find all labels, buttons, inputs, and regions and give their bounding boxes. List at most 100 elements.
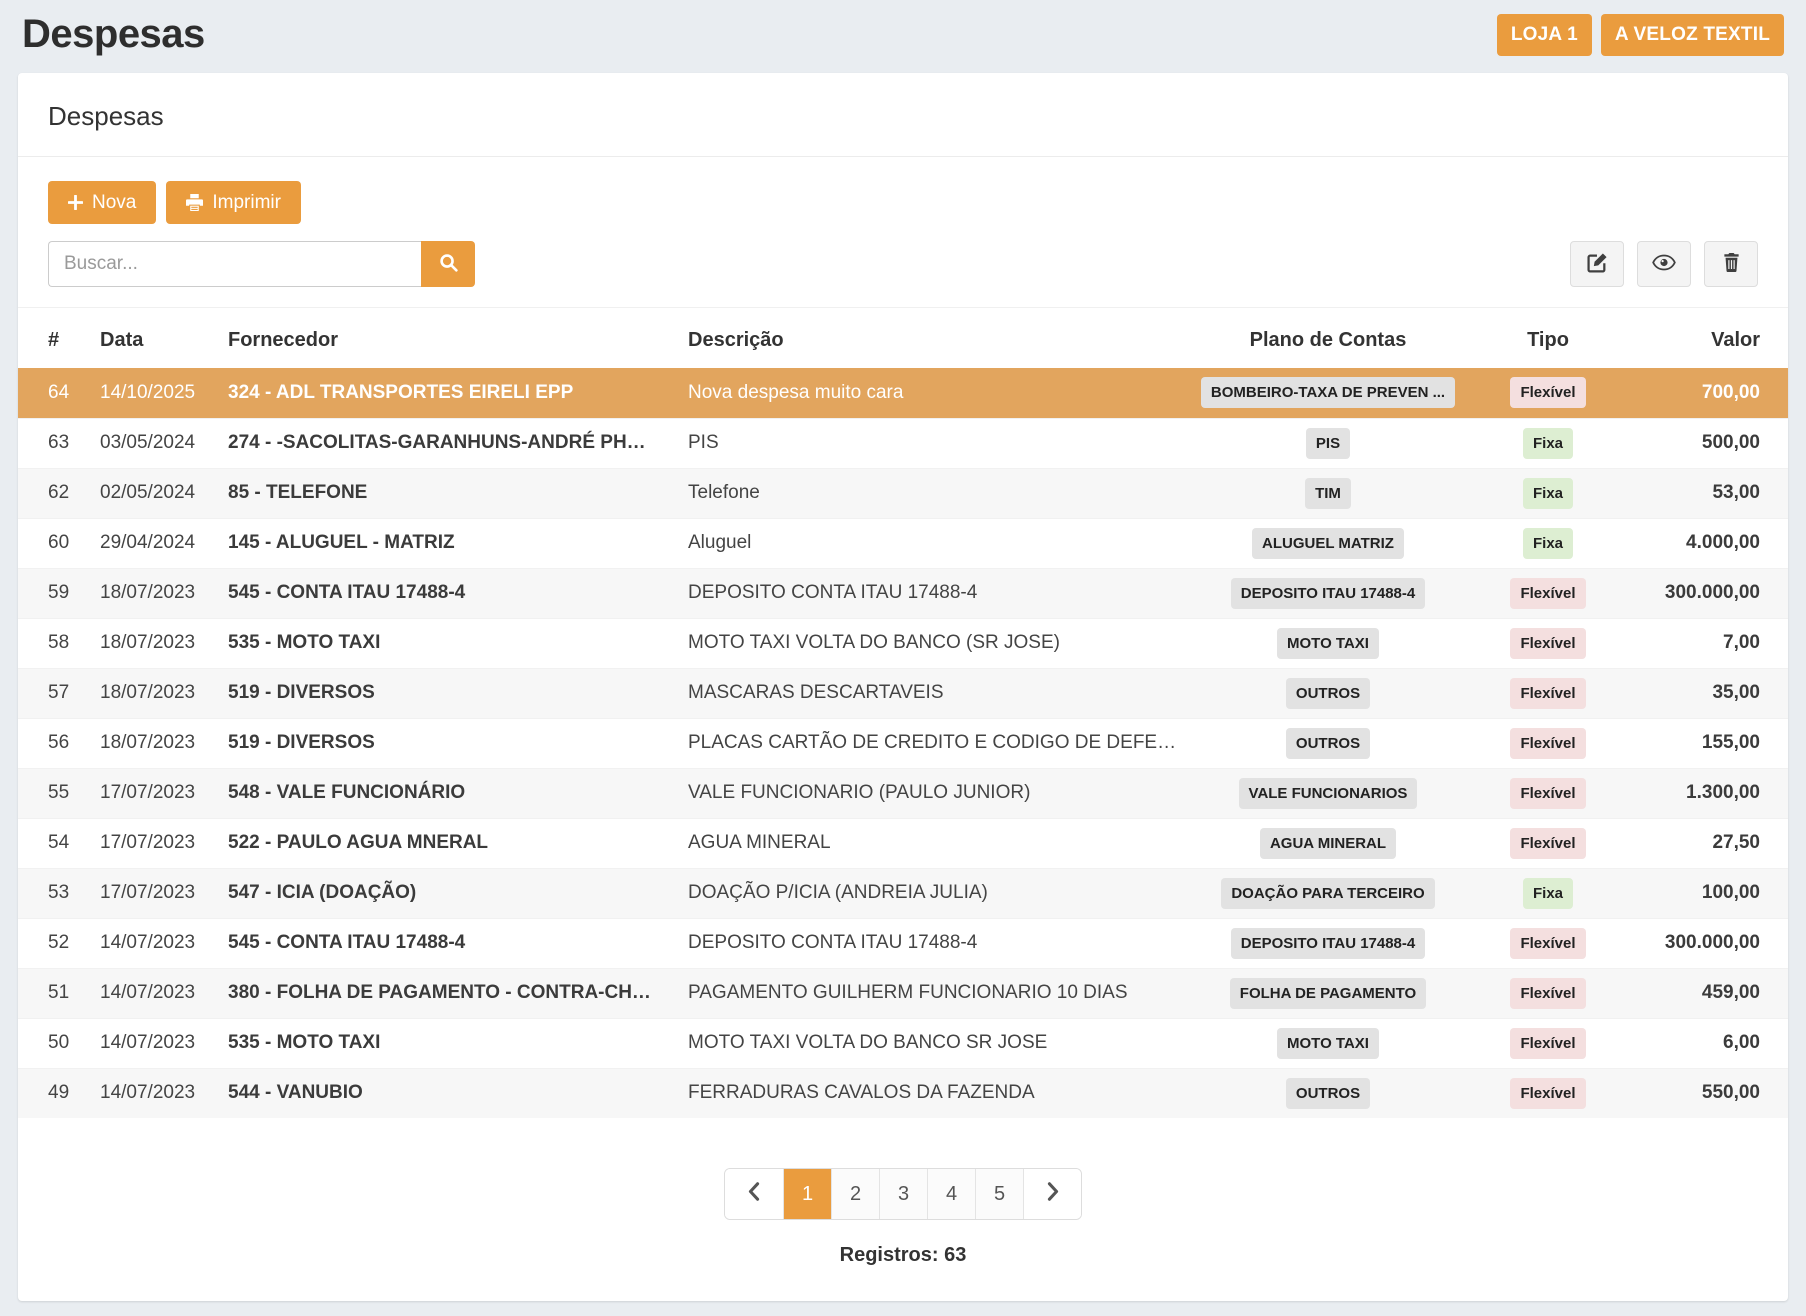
pagination-wrap: 12345 — [18, 1168, 1788, 1220]
plan-badge: DEPOSITO ITAU 17488-4 — [1231, 578, 1426, 609]
page-button[interactable]: 4 — [927, 1169, 975, 1219]
edit-button[interactable] — [1570, 241, 1624, 287]
expenses-table-body: 64 14/10/2025 324 - ADL TRANSPORTES EIRE… — [18, 368, 1788, 1118]
row-supplier: 85 - TELEFONE — [218, 468, 678, 518]
store-badge[interactable]: LOJA 1 — [1497, 14, 1592, 56]
row-supplier: 522 - PAULO AGUA MNERAL — [218, 818, 678, 868]
eye-icon — [1652, 254, 1676, 274]
type-badge: Flexível — [1510, 1078, 1585, 1109]
plan-badge: PIS — [1306, 428, 1350, 459]
row-id: 51 — [18, 968, 90, 1018]
row-id: 60 — [18, 518, 90, 568]
type-badge: Flexível — [1510, 678, 1585, 709]
search-button[interactable] — [421, 241, 475, 287]
expenses-table: # Data Fornecedor Descrição Plano de Con… — [18, 314, 1788, 1118]
table-row[interactable]: 55 17/07/2023 548 - VALE FUNCIONÁRIO VAL… — [18, 768, 1788, 818]
table-row[interactable]: 57 18/07/2023 519 - DIVERSOS MASCARAS DE… — [18, 668, 1788, 718]
row-value: 100,00 — [1618, 868, 1788, 918]
plan-badge: OUTROS — [1286, 678, 1370, 709]
row-id: 62 — [18, 468, 90, 518]
next-page-button[interactable] — [1023, 1169, 1081, 1219]
row-id: 49 — [18, 1068, 90, 1118]
page-button[interactable]: 2 — [831, 1169, 879, 1219]
print-label: Imprimir — [212, 192, 281, 214]
row-description: DEPOSITO CONTA ITAU 17488-4 — [678, 918, 1178, 968]
search-group — [48, 241, 475, 287]
row-description: PIS — [678, 418, 1178, 468]
company-badge[interactable]: A VELOZ TEXTIL — [1601, 14, 1784, 56]
plan-badge: VALE FUNCIONARIOS — [1239, 778, 1418, 809]
table-row[interactable]: 51 14/07/2023 380 - FOLHA DE PAGAMENTO -… — [18, 968, 1788, 1018]
plan-badge: OUTROS — [1286, 1078, 1370, 1109]
row-supplier: 535 - MOTO TAXI — [218, 1018, 678, 1068]
type-badge: Fixa — [1523, 478, 1573, 509]
row-id: 64 — [18, 368, 90, 418]
type-badge: Flexível — [1510, 928, 1585, 959]
row-date: 14/07/2023 — [90, 1018, 218, 1068]
search-row — [18, 224, 1788, 308]
row-id: 53 — [18, 868, 90, 918]
row-description: MOTO TAXI VOLTA DO BANCO (SR JOSE) — [678, 618, 1178, 668]
plan-badge: BOMBEIRO-TAXA DE PREVEN ... — [1201, 377, 1455, 408]
row-value: 7,00 — [1618, 618, 1788, 668]
previous-page-button[interactable] — [725, 1169, 783, 1219]
row-description: DEPOSITO CONTA ITAU 17488-4 — [678, 568, 1178, 618]
table-row[interactable]: 52 14/07/2023 545 - CONTA ITAU 17488-4 D… — [18, 918, 1788, 968]
row-date: 18/07/2023 — [90, 568, 218, 618]
top-badges: LOJA 1 A VELOZ TEXTIL — [1497, 14, 1784, 56]
type-badge: Flexível — [1510, 778, 1585, 809]
table-row[interactable]: 62 02/05/2024 85 - TELEFONE Telefone TIM… — [18, 468, 1788, 518]
row-date: 17/07/2023 — [90, 768, 218, 818]
row-date: 29/04/2024 — [90, 518, 218, 568]
table-row[interactable]: 58 18/07/2023 535 - MOTO TAXI MOTO TAXI … — [18, 618, 1788, 668]
delete-button[interactable] — [1704, 241, 1758, 287]
table-row[interactable]: 49 14/07/2023 544 - VANUBIO FERRADURAS C… — [18, 1068, 1788, 1118]
search-icon — [439, 253, 458, 275]
row-description: PAGAMENTO GUILHERM FUNCIONARIO 10 DIAS — [678, 968, 1178, 1018]
row-description: AGUA MINERAL — [678, 818, 1178, 868]
row-date: 17/07/2023 — [90, 818, 218, 868]
plan-badge: TIM — [1305, 478, 1351, 509]
row-value: 300.000,00 — [1618, 568, 1788, 618]
printer-icon — [186, 194, 203, 211]
row-supplier: 324 - ADL TRANSPORTES EIRELI EPP — [218, 368, 678, 418]
type-badge: Flexível — [1510, 628, 1585, 659]
view-button[interactable] — [1637, 241, 1691, 287]
table-row[interactable]: 53 17/07/2023 547 - ICIA (DOAÇÃO) DOAÇÃO… — [18, 868, 1788, 918]
table-row[interactable]: 50 14/07/2023 535 - MOTO TAXI MOTO TAXI … — [18, 1018, 1788, 1068]
search-input[interactable] — [48, 241, 421, 287]
plan-badge: DEPOSITO ITAU 17488-4 — [1231, 928, 1426, 959]
table-row[interactable]: 60 29/04/2024 145 - ALUGUEL - MATRIZ Alu… — [18, 518, 1788, 568]
row-description: PLACAS CARTÃO DE CREDITO E CODIGO DE DEF… — [678, 718, 1178, 768]
row-value: 6,00 — [1618, 1018, 1788, 1068]
row-supplier: 145 - ALUGUEL - MATRIZ — [218, 518, 678, 568]
page-button[interactable]: 5 — [975, 1169, 1023, 1219]
row-id: 63 — [18, 418, 90, 468]
row-description: Nova despesa muito cara — [678, 368, 1178, 418]
print-button[interactable]: Imprimir — [166, 181, 301, 224]
row-id: 57 — [18, 668, 90, 718]
row-date: 18/07/2023 — [90, 718, 218, 768]
table-row[interactable]: 63 03/05/2024 274 - -SACOLITAS-GARANHUNS… — [18, 418, 1788, 468]
row-value: 1.300,00 — [1618, 768, 1788, 818]
row-supplier: 380 - FOLHA DE PAGAMENTO - CONTRA-CH… — [218, 968, 678, 1018]
plan-badge: AGUA MINERAL — [1260, 828, 1396, 859]
row-date: 17/07/2023 — [90, 868, 218, 918]
column-supplier: Fornecedor — [218, 314, 678, 368]
row-description: FERRADURAS CAVALOS DA FAZENDA — [678, 1068, 1178, 1118]
row-value: 53,00 — [1618, 468, 1788, 518]
table-row[interactable]: 64 14/10/2025 324 - ADL TRANSPORTES EIRE… — [18, 368, 1788, 418]
page-title: Despesas — [22, 12, 205, 57]
new-expense-button[interactable]: Nova — [48, 181, 156, 224]
table-row[interactable]: 56 18/07/2023 519 - DIVERSOS PLACAS CART… — [18, 718, 1788, 768]
row-description: Aluguel — [678, 518, 1178, 568]
row-value: 4.000,00 — [1618, 518, 1788, 568]
type-badge: Flexível — [1510, 828, 1585, 859]
table-row[interactable]: 59 18/07/2023 545 - CONTA ITAU 17488-4 D… — [18, 568, 1788, 618]
row-date: 18/07/2023 — [90, 618, 218, 668]
page-button[interactable]: 1 — [783, 1169, 831, 1219]
page-button[interactable]: 3 — [879, 1169, 927, 1219]
table-row[interactable]: 54 17/07/2023 522 - PAULO AGUA MNERAL AG… — [18, 818, 1788, 868]
type-badge: Flexível — [1510, 578, 1585, 609]
row-value: 27,50 — [1618, 818, 1788, 868]
